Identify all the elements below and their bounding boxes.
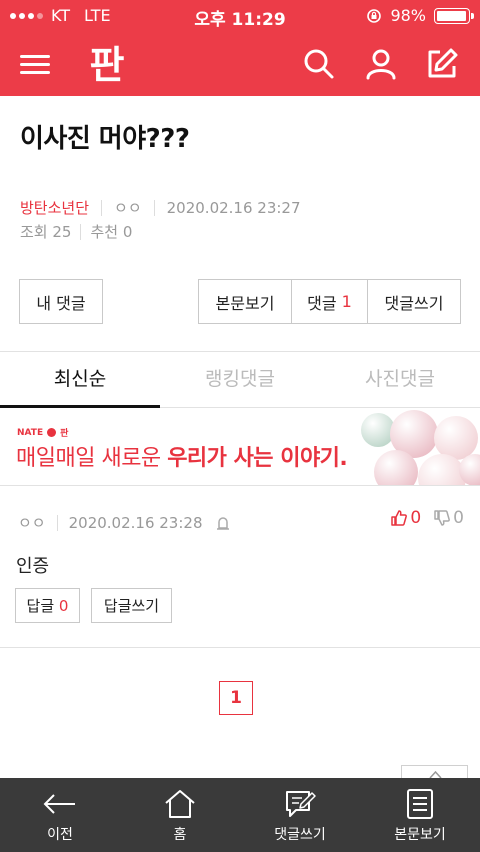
nav-home-label: 홈 — [173, 827, 187, 843]
nav-write-comment-label: 댓글쓰기 — [274, 827, 326, 843]
write-comment-button[interactable]: 댓글쓰기 — [368, 280, 460, 323]
nav-back[interactable]: 이전 — [0, 778, 120, 852]
svg-text:판: 판 — [90, 43, 125, 86]
comment-body: 인증 — [16, 556, 50, 577]
promo-banner[interactable]: NATE 판 매일매일 새로운 우리가 사는 이야기. — [0, 408, 480, 486]
app-header: 판 — [0, 32, 480, 96]
downvote-button[interactable]: 0 — [433, 508, 464, 528]
menu-button[interactable] — [20, 50, 52, 78]
home-icon — [165, 790, 195, 818]
write-reply-button[interactable]: 답글쓰기 — [91, 588, 172, 623]
nav-home[interactable]: 홈 — [120, 778, 240, 852]
board-link[interactable]: 방탄소년단 — [20, 197, 89, 218]
thumbs-up-icon — [391, 510, 408, 526]
comment-divider — [0, 647, 480, 648]
battery-percent: 98% — [390, 6, 426, 25]
report-icon[interactable] — [215, 515, 231, 531]
write-post-icon[interactable] — [424, 46, 460, 82]
tab-ranking[interactable]: 랭킹댓글 — [160, 352, 320, 407]
comment-votes: 0 0 — [390, 508, 464, 528]
banner-brand: NATE 판 — [17, 427, 69, 440]
reply-button[interactable]: 답글 0 — [15, 588, 80, 623]
upvote-button[interactable]: 0 — [390, 508, 421, 528]
nav-view-post[interactable]: 본문보기 — [360, 778, 480, 852]
nav-view-post-label: 본문보기 — [394, 827, 446, 843]
battery-icon — [434, 7, 474, 24]
brand-dot-icon — [47, 428, 57, 437]
reply-count: 0 — [58, 596, 69, 615]
downvote-count: 0 — [453, 508, 464, 528]
post-stats: 조회 25 추천 0 — [20, 221, 132, 242]
view-post-button[interactable]: 본문보기 — [199, 280, 292, 323]
write-comment-icon — [286, 791, 316, 817]
post-title: 이사진 머야??? — [20, 124, 190, 154]
comments-label: 댓글 — [307, 293, 337, 313]
tab-photo[interactable]: 사진댓글 — [320, 352, 480, 407]
post-datetime: 2020.02.16 23:27 — [166, 198, 301, 217]
post-meta: 방탄소년단 ㅇㅇ 2020.02.16 23:27 — [20, 197, 301, 218]
comments-count: 1 — [341, 292, 352, 311]
post-action-group: 본문보기 댓글 1 댓글쓰기 — [198, 279, 461, 324]
comments-button[interactable]: 댓글 1 — [292, 280, 368, 323]
view-count: 조회 25 — [20, 223, 72, 241]
status-right: 98% — [366, 6, 474, 25]
page-number-current[interactable]: 1 — [219, 681, 253, 715]
user-icon[interactable] — [363, 46, 399, 82]
document-icon — [407, 789, 433, 819]
comment-meta: ㅇㅇ 2020.02.16 23:28 — [18, 512, 231, 533]
thumbs-down-icon — [434, 510, 451, 526]
comment-sort-tabs: 최신순 랭킹댓글 사진댓글 — [0, 352, 480, 408]
nav-write-comment[interactable]: 댓글쓰기 — [240, 778, 360, 852]
upvote-count: 0 — [410, 508, 422, 528]
orientation-lock-icon — [367, 8, 382, 23]
banner-slogan: 매일매일 새로운 우리가 사는 이야기. — [16, 446, 348, 471]
back-arrow-icon — [43, 794, 75, 814]
tab-latest[interactable]: 최신순 — [0, 352, 160, 408]
my-comment-button[interactable]: 내 댓글 — [19, 279, 103, 324]
post-author: ㅇㅇ — [114, 199, 142, 217]
reply-label: 답글 — [26, 597, 55, 615]
pann-logo[interactable]: 판 — [84, 40, 130, 86]
search-icon[interactable] — [301, 46, 337, 82]
status-bar: KT LTE 오후 11:29 98% — [0, 0, 480, 32]
bottom-nav: 이전 홈 댓글쓰기 본문보기 — [0, 778, 480, 852]
comment-author: ㅇㅇ — [18, 514, 46, 532]
nav-back-label: 이전 — [47, 827, 73, 843]
comment-datetime: 2020.02.16 23:28 — [68, 513, 203, 532]
balloons-image — [361, 410, 480, 485]
recommend-count: 추천 0 — [90, 223, 133, 241]
